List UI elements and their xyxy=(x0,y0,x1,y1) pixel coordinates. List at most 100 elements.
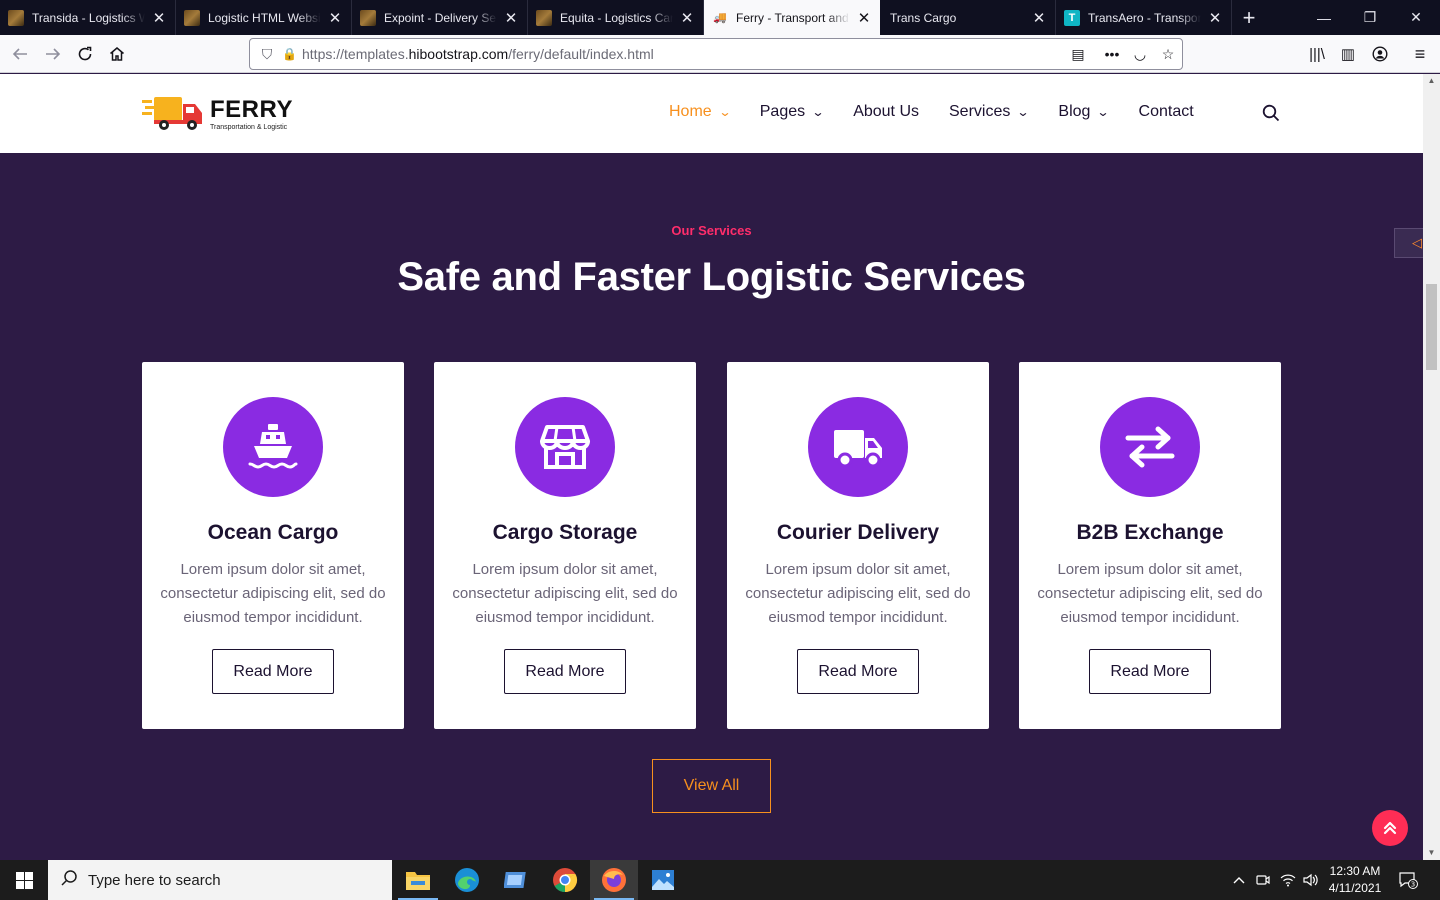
chevron-down-icon: ⌄ xyxy=(811,105,825,119)
close-icon[interactable]: ✕ xyxy=(151,9,167,27)
card-description: Lorem ipsum dolor sit amet, consectetur … xyxy=(1037,561,1263,626)
section-eyebrow: Our Services xyxy=(671,223,752,238)
close-icon[interactable]: ✕ xyxy=(1207,9,1223,27)
account-icon[interactable] xyxy=(1365,39,1395,69)
close-icon[interactable]: ✕ xyxy=(856,9,872,27)
close-window-icon[interactable]: ✕ xyxy=(1393,0,1439,35)
close-icon[interactable]: ✕ xyxy=(503,9,519,27)
photos-app-icon[interactable] xyxy=(639,860,687,900)
file-explorer-icon[interactable] xyxy=(394,860,442,900)
menu-item-services[interactable]: Services ⌄ xyxy=(949,103,1030,121)
menu-label: Blog xyxy=(1058,103,1091,120)
menu-item-contact[interactable]: Contact xyxy=(1139,103,1194,121)
close-icon[interactable]: ✕ xyxy=(679,9,695,27)
read-more-button[interactable]: Read More xyxy=(212,649,334,694)
storefront-icon xyxy=(515,397,615,497)
menu-item-home[interactable]: Home ⌄ xyxy=(669,103,732,121)
scroll-up-icon[interactable]: ▲ xyxy=(1423,74,1440,88)
exchange-arrows-icon xyxy=(1100,397,1200,497)
tab-title: Equita - Logistics Carg xyxy=(560,10,673,25)
taskbar-clock[interactable]: 12:30 AM 4/11/2021 xyxy=(1322,863,1388,897)
forward-arrow-icon[interactable] xyxy=(38,39,68,69)
card-title: B2B Exchange xyxy=(1076,521,1224,544)
menu-item-about-us[interactable]: About Us xyxy=(853,103,919,121)
browser-tab[interactable]: T TransAero - Transport ✕ xyxy=(1056,0,1232,35)
sidebar-icon[interactable]: ▥ xyxy=(1333,39,1363,69)
clock-date: 4/11/2021 xyxy=(1328,881,1382,895)
pocket-icon[interactable]: ◡ xyxy=(1126,46,1154,63)
read-more-button[interactable]: Read More xyxy=(504,649,626,694)
t-icon: T xyxy=(1064,9,1080,26)
lock-icon[interactable]: 🔒 xyxy=(282,47,297,61)
menu-item-pages[interactable]: Pages ⌄ xyxy=(760,103,825,121)
more-actions-icon[interactable]: ••• xyxy=(1098,46,1126,62)
scroll-down-icon[interactable]: ▼ xyxy=(1423,846,1440,860)
taskbar-search-placeholder: Type here to search xyxy=(88,871,221,889)
close-icon[interactable]: ✕ xyxy=(1031,9,1047,27)
card-description: Lorem ipsum dolor sit amet, consectetur … xyxy=(745,561,971,626)
browser-tab[interactable]: Logistic HTML Websit ✕ xyxy=(176,0,352,35)
double-chevron-up-icon xyxy=(1383,821,1397,835)
tab-title: Ferry - Transport and L xyxy=(736,10,850,25)
card-title: Cargo Storage xyxy=(492,521,638,544)
chevron-up-icon[interactable] xyxy=(1230,860,1248,900)
browser-tab[interactable]: Equita - Logistics Carg ✕ xyxy=(528,0,704,35)
book-icon xyxy=(536,9,552,26)
read-more-button[interactable]: Read More xyxy=(797,649,919,694)
edge-browser-icon[interactable] xyxy=(443,860,491,900)
scroll-to-top-button[interactable] xyxy=(1372,810,1408,846)
tab-title: TransAero - Transport xyxy=(1088,10,1201,25)
hamburger-menu-icon[interactable]: ≡ xyxy=(1405,39,1435,69)
restore-icon[interactable]: ❐ xyxy=(1347,0,1393,35)
bookmark-star-icon[interactable]: ☆ xyxy=(1154,46,1182,63)
new-tab-button[interactable]: + xyxy=(1232,0,1266,35)
wifi-icon[interactable] xyxy=(1278,860,1298,900)
menu-label: About Us xyxy=(853,103,919,120)
chevron-down-icon: ⌄ xyxy=(718,105,732,119)
menu-label: Contact xyxy=(1138,103,1194,120)
notification-center-icon[interactable]: 3 xyxy=(1394,860,1422,900)
browser-tab[interactable]: Transida - Logistics W ✕ xyxy=(0,0,176,35)
shield-icon[interactable]: ⛉ xyxy=(252,46,282,63)
scrollbar-thumb[interactable] xyxy=(1426,284,1437,370)
url-text[interactable]: https://templates.hibootstrap.com/ferry/… xyxy=(302,46,1064,62)
site-logo[interactable]: FERRY Transportation & Logistic xyxy=(142,94,293,134)
browser-tab[interactable]: Trans Cargo ✕ xyxy=(880,0,1056,35)
menu-item-blog[interactable]: Blog ⌄ xyxy=(1058,103,1111,121)
library-icon[interactable]: |||\ xyxy=(1302,39,1332,69)
search-icon[interactable] xyxy=(1262,104,1280,122)
logo-truck-icon xyxy=(142,94,208,134)
logo-tagline: Transportation & Logistic xyxy=(210,123,288,131)
ship-icon xyxy=(223,397,323,497)
page-scrollbar[interactable]: ▲ ▼ xyxy=(1423,74,1440,860)
home-icon[interactable] xyxy=(102,39,132,69)
windows-start-icon[interactable] xyxy=(0,860,48,900)
window-app-icon[interactable] xyxy=(492,860,540,900)
meet-now-icon[interactable] xyxy=(1253,860,1273,900)
windows-taskbar: Type here to search 12:30 AM 4/11/2021 3 xyxy=(0,860,1440,900)
browser-nav-bar: ⛉ 🔒 https://templates.hibootstrap.com/fe… xyxy=(0,35,1440,73)
read-more-button[interactable]: Read More xyxy=(1089,649,1211,694)
site-header: FERRY Transportation & Logistic Home ⌄ Pa… xyxy=(0,74,1423,153)
back-arrow-icon[interactable] xyxy=(5,39,35,69)
card-title: Ocean Cargo xyxy=(207,521,339,544)
firefox-browser-icon[interactable] xyxy=(590,860,638,900)
service-card-courier-delivery: Courier Delivery Lorem ipsum dolor sit a… xyxy=(727,362,989,729)
browser-tab-active[interactable]: 🚚 Ferry - Transport and L ✕ xyxy=(704,0,880,35)
browser-tab[interactable]: Expoint - Delivery Ser ✕ xyxy=(352,0,528,35)
minimize-icon[interactable]: — xyxy=(1301,0,1347,35)
volume-icon[interactable] xyxy=(1300,860,1322,900)
close-icon[interactable]: ✕ xyxy=(327,9,343,27)
book-icon xyxy=(184,9,200,26)
services-section: Our Services Safe and Faster Logistic Se… xyxy=(0,153,1440,860)
chevron-down-icon: ⌄ xyxy=(1096,105,1111,119)
address-bar[interactable]: ⛉ 🔒 https://templates.hibootstrap.com/fe… xyxy=(249,38,1183,70)
chrome-browser-icon[interactable] xyxy=(541,860,589,900)
view-all-button[interactable]: View All xyxy=(652,759,771,813)
taskbar-search-box[interactable]: Type here to search xyxy=(48,860,392,900)
url-prefix: https://templates. xyxy=(302,46,409,62)
url-domain: hibootstrap.com xyxy=(408,46,509,62)
reader-view-icon[interactable]: ▤ xyxy=(1064,46,1092,63)
reload-icon[interactable] xyxy=(70,39,100,69)
service-card-ocean-cargo: Ocean Cargo Lorem ipsum dolor sit amet, … xyxy=(142,362,404,729)
